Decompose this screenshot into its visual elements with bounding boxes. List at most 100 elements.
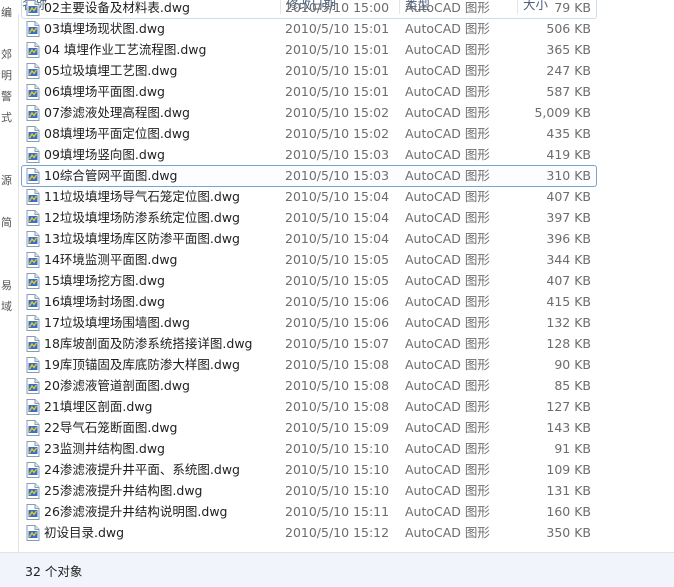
file-size: 85 KB — [554, 378, 591, 393]
file-name: 初设目录.dwg — [44, 525, 125, 540]
file-size: 79 KB — [554, 0, 591, 15]
file-date: 2010/5/10 15:07 — [285, 336, 390, 351]
file-row[interactable]: 14环境监测平面图.dwg 2010/5/10 15:05 AutoCAD 图形 34… — [21, 249, 597, 271]
file-row[interactable]: 06填埋场平面图.dwg 2010/5/10 15:01 AutoCAD 图形 587… — [21, 81, 597, 103]
nav-pane-glyph: 明 — [1, 69, 12, 82]
nav-pane-glyph: 郊 — [1, 48, 12, 61]
file-type: AutoCAD 图形 — [405, 21, 490, 36]
file-name: 18库坡剖面及防渗系统搭接详图.dwg — [44, 336, 253, 351]
dwg-file-icon — [26, 252, 40, 268]
file-date: 2010/5/10 15:01 — [285, 42, 390, 57]
file-row[interactable]: 19库顶锚固及库底防渗大样图.dwg 2010/5/10 15:08 AutoCAD… — [21, 354, 597, 376]
file-date: 2010/5/10 15:05 — [285, 252, 390, 267]
file-size: 310 KB — [546, 168, 591, 183]
file-row[interactable]: 09填埋场竖向图.dwg 2010/5/10 15:03 AutoCAD 图形 419… — [21, 144, 597, 166]
dwg-file-icon — [26, 420, 40, 436]
file-type: AutoCAD 图形 — [405, 462, 490, 477]
file-name: 20渗滤液管道剖面图.dwg — [44, 378, 190, 393]
file-size: 344 KB — [546, 252, 591, 267]
file-row[interactable]: 16填埋场封场图.dwg 2010/5/10 15:06 AutoCAD 图形 415… — [21, 291, 597, 313]
file-date: 2010/5/10 15:09 — [285, 420, 390, 435]
file-name: 11垃圾填埋场导气石笼定位图.dwg — [44, 189, 240, 204]
file-row[interactable]: 10综合管网平面图.dwg 2010/5/10 15:03 AutoCAD 图形 31… — [21, 165, 597, 187]
file-date: 2010/5/10 15:04 — [285, 210, 390, 225]
dwg-file-icon — [26, 336, 40, 352]
dwg-file-icon — [26, 21, 40, 37]
nav-pane-glyph: 域 — [1, 300, 12, 313]
nav-pane-glyph: 源 — [1, 174, 12, 187]
file-size: 90 KB — [554, 357, 591, 372]
file-size: 435 KB — [546, 126, 591, 141]
file-type: AutoCAD 图形 — [405, 273, 490, 288]
file-row[interactable]: 20渗滤液管道剖面图.dwg 2010/5/10 15:08 AutoCAD 图形 8… — [21, 375, 597, 397]
file-name: 05垃圾填埋工艺图.dwg — [44, 63, 178, 78]
nav-pane-glyph: 警 — [1, 90, 12, 103]
file-row[interactable]: 12垃圾填埋场防渗系统定位图.dwg 2010/5/10 15:04 AutoCAD… — [21, 207, 597, 229]
dwg-file-icon — [26, 189, 40, 205]
file-type: AutoCAD 图形 — [405, 105, 490, 120]
file-size: 91 KB — [554, 441, 591, 456]
nav-pane-glyph: 编 — [1, 6, 12, 19]
file-row[interactable]: 初设目录.dwg 2010/5/10 15:12 AutoCAD 图形 350 KB — [21, 522, 597, 544]
dwg-file-icon — [26, 105, 40, 121]
file-date: 2010/5/10 15:08 — [285, 399, 390, 414]
file-row[interactable]: 08填埋场平面定位图.dwg 2010/5/10 15:02 AutoCAD 图形 4… — [21, 123, 597, 145]
file-row[interactable]: 04 填埋作业工艺流程图.dwg 2010/5/10 15:01 AutoCAD 图… — [21, 39, 597, 61]
dwg-file-icon — [26, 294, 40, 310]
file-size: 132 KB — [546, 315, 591, 330]
file-row[interactable]: 11垃圾填埋场导气石笼定位图.dwg 2010/5/10 15:04 AutoCAD… — [21, 186, 597, 208]
file-type: AutoCAD 图形 — [405, 378, 490, 393]
file-row[interactable]: 21填埋区剖面.dwg 2010/5/10 15:08 AutoCAD 图形 127 … — [21, 396, 597, 418]
file-date: 2010/5/10 15:00 — [285, 0, 390, 15]
file-row[interactable]: 24渗滤液提升井平面、系统图.dwg 2010/5/10 15:10 AutoCAD… — [21, 459, 597, 481]
file-size: 128 KB — [546, 336, 591, 351]
file-row[interactable]: 03填埋场现状图.dwg 2010/5/10 15:01 AutoCAD 图形 506… — [21, 18, 597, 40]
file-row[interactable]: 23监测井结构图.dwg 2010/5/10 15:10 AutoCAD 图形 91 … — [21, 438, 597, 460]
dwg-file-icon — [26, 441, 40, 457]
file-date: 2010/5/10 15:03 — [285, 168, 390, 183]
file-row[interactable]: 22导气石笼断面图.dwg 2010/5/10 15:09 AutoCAD 图形 14… — [21, 417, 597, 439]
file-size: 419 KB — [546, 147, 591, 162]
file-name: 10综合管网平面图.dwg — [44, 168, 178, 183]
file-row[interactable]: 26渗滤液提升井结构说明图.dwg 2010/5/10 15:11 AutoCAD … — [21, 501, 597, 523]
dwg-file-icon — [26, 504, 40, 520]
file-row[interactable]: 02主要设备及材料表.dwg 2010/5/10 15:00 AutoCAD 图形 7… — [21, 0, 597, 19]
file-row[interactable]: 05垃圾填埋工艺图.dwg 2010/5/10 15:01 AutoCAD 图形 24… — [21, 60, 597, 82]
file-row[interactable]: 07渗滤液处理高程图.dwg 2010/5/10 15:02 AutoCAD 图形 5… — [21, 102, 597, 124]
file-size: 587 KB — [546, 84, 591, 99]
file-type: AutoCAD 图形 — [405, 483, 490, 498]
item-count: 32 个对象 — [25, 564, 83, 579]
file-row[interactable]: 15填埋场挖方图.dwg 2010/5/10 15:05 AutoCAD 图形 407… — [21, 270, 597, 292]
file-type: AutoCAD 图形 — [405, 84, 490, 99]
file-size: 160 KB — [546, 504, 591, 519]
file-date: 2010/5/10 15:10 — [285, 441, 390, 456]
file-name: 09填埋场竖向图.dwg — [44, 147, 165, 162]
file-row[interactable]: 18库坡剖面及防渗系统搭接详图.dwg 2010/5/10 15:07 AutoCA… — [21, 333, 597, 355]
nav-pane-glyph: 简 — [1, 216, 12, 229]
file-size: 506 KB — [546, 21, 591, 36]
file-row[interactable]: 25渗滤液提升井结构图.dwg 2010/5/10 15:10 AutoCAD 图形… — [21, 480, 597, 502]
dwg-file-icon — [26, 399, 40, 415]
dwg-file-icon — [26, 462, 40, 478]
file-size: 109 KB — [546, 462, 591, 477]
file-date: 2010/5/10 15:06 — [285, 294, 390, 309]
file-size: 143 KB — [546, 420, 591, 435]
file-date: 2010/5/10 15:04 — [285, 231, 390, 246]
file-type: AutoCAD 图形 — [405, 315, 490, 330]
file-type: AutoCAD 图形 — [405, 168, 490, 183]
nav-pane-glyph: 式 — [1, 111, 12, 124]
file-name: 16填埋场封场图.dwg — [44, 294, 165, 309]
file-name: 25渗滤液提升井结构图.dwg — [44, 483, 203, 498]
file-name: 08填埋场平面定位图.dwg — [44, 126, 190, 141]
file-date: 2010/5/10 15:01 — [285, 21, 390, 36]
file-type: AutoCAD 图形 — [405, 252, 490, 267]
file-name: 06填埋场平面图.dwg — [44, 84, 165, 99]
file-name: 07渗滤液处理高程图.dwg — [44, 105, 190, 120]
file-size: 365 KB — [546, 42, 591, 57]
file-row[interactable]: 17垃圾填埋场围墙图.dwg 2010/5/10 15:06 AutoCAD 图形 1… — [21, 312, 597, 334]
file-name: 04 填埋作业工艺流程图.dwg — [44, 42, 207, 57]
file-type: AutoCAD 图形 — [405, 525, 490, 540]
file-row[interactable]: 13垃圾填埋场库区防渗平面图.dwg 2010/5/10 15:04 AutoCAD… — [21, 228, 597, 250]
dwg-file-icon — [26, 483, 40, 499]
file-type: AutoCAD 图形 — [405, 294, 490, 309]
